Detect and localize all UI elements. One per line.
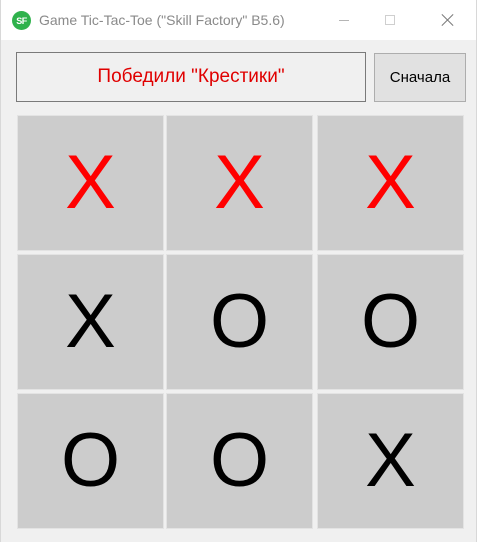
app-window: SF Game Tic-Tac-Toe ("Skill Factory" B5.… [0, 0, 477, 542]
maximize-icon [385, 15, 395, 25]
title-bar[interactable]: SF Game Tic-Tac-Toe ("Skill Factory" B5.… [1, 0, 476, 40]
board-cell[interactable]: O [166, 393, 313, 529]
board-cell[interactable]: O [166, 254, 313, 390]
minimize-icon [339, 19, 349, 21]
board-cell[interactable]: X [17, 254, 164, 390]
app-logo-icon: SF [12, 11, 31, 30]
minimize-button[interactable] [321, 0, 367, 40]
window-title: Game Tic-Tac-Toe ("Skill Factory" B5.6) [39, 12, 285, 28]
board-cell[interactable]: O [317, 254, 464, 390]
game-status-label: Победили "Крестики" [16, 52, 366, 102]
board-cell[interactable]: X [17, 115, 164, 251]
board-cell[interactable]: X [317, 393, 464, 529]
board-cell[interactable]: O [17, 393, 164, 529]
close-button[interactable] [425, 0, 471, 40]
board-cell[interactable]: X [317, 115, 464, 251]
board-cell[interactable]: X [166, 115, 313, 251]
close-icon [441, 13, 455, 27]
game-board: X X X X O O O O X [16, 114, 467, 531]
maximize-button[interactable] [367, 0, 413, 40]
restart-button[interactable]: Сначала [374, 53, 466, 102]
